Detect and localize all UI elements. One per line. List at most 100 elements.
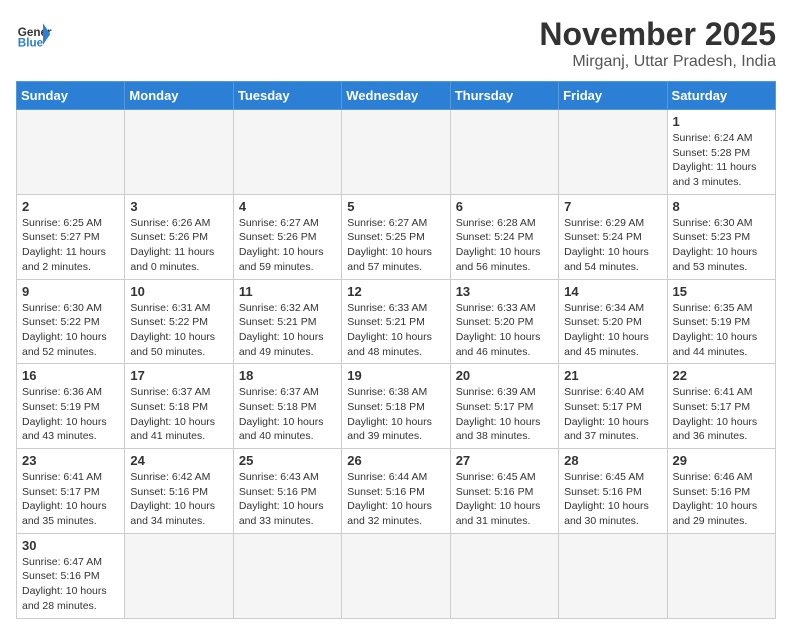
calendar-cell [342, 110, 450, 195]
day-header-tuesday: Tuesday [233, 82, 341, 110]
cell-sun-info: Sunrise: 6:37 AM Sunset: 5:18 PM Dayligh… [239, 385, 336, 444]
date-number: 20 [456, 368, 553, 383]
calendar-cell: 7Sunrise: 6:29 AM Sunset: 5:24 PM Daylig… [559, 194, 667, 279]
date-number: 24 [130, 453, 227, 468]
cell-sun-info: Sunrise: 6:45 AM Sunset: 5:16 PM Dayligh… [564, 470, 661, 529]
calendar-cell: 9Sunrise: 6:30 AM Sunset: 5:22 PM Daylig… [17, 279, 125, 364]
date-number: 11 [239, 284, 336, 299]
calendar-cell: 22 Sunrise: 6:41 AM Sunset: 5:17 PM Dayli… [667, 364, 775, 449]
cell-sun-info: Sunrise: 6:30 AM Sunset: 5:23 PM Dayligh… [673, 216, 770, 275]
calendar-cell: 27Sunrise: 6:45 AM Sunset: 5:16 PM Dayli… [450, 449, 558, 534]
calendar-cell: 11 Sunrise: 6:32 AM Sunset: 5:21 PM Dayli… [233, 279, 341, 364]
calendar-cell: 21 Sunrise: 6:40 AM Sunset: 5:17 PM Dayli… [559, 364, 667, 449]
calendar-cell [667, 533, 775, 618]
date-number: 15 [673, 284, 770, 299]
cell-sun-info: Sunrise: 6:33 AM Sunset: 5:21 PM Dayligh… [347, 301, 444, 360]
date-number: 28 [564, 453, 661, 468]
cell-sun-info: Sunrise: 6:24 AM Sunset: 5:28 PM Dayligh… [673, 131, 770, 190]
day-header-thursday: Thursday [450, 82, 558, 110]
calendar-cell [125, 110, 233, 195]
date-number: 30 [22, 538, 119, 553]
date-number: 8 [673, 199, 770, 214]
date-number: 3 [130, 199, 227, 214]
calendar-cell: 3 Sunrise: 6:26 AM Sunset: 5:26 PM Daylig… [125, 194, 233, 279]
date-number: 6 [456, 199, 553, 214]
calendar-cell: 13Sunrise: 6:33 AM Sunset: 5:20 PM Dayli… [450, 279, 558, 364]
calendar-cell: 14 Sunrise: 6:34 AM Sunset: 5:20 PM Dayli… [559, 279, 667, 364]
date-number: 17 [130, 368, 227, 383]
date-number: 19 [347, 368, 444, 383]
cell-sun-info: Sunrise: 6:39 AM Sunset: 5:17 PM Dayligh… [456, 385, 553, 444]
cell-sun-info: Sunrise: 6:33 AM Sunset: 5:20 PM Dayligh… [456, 301, 553, 360]
date-number: 23 [22, 453, 119, 468]
calendar-cell [233, 533, 341, 618]
date-number: 16 [22, 368, 119, 383]
calendar-cell: 12Sunrise: 6:33 AM Sunset: 5:21 PM Dayli… [342, 279, 450, 364]
cell-sun-info: Sunrise: 6:42 AM Sunset: 5:16 PM Dayligh… [130, 470, 227, 529]
date-number: 14 [564, 284, 661, 299]
calendar-cell: 24 Sunrise: 6:42 AM Sunset: 5:16 PM Dayli… [125, 449, 233, 534]
calendar-cell [559, 533, 667, 618]
calendar-week-1: 1Sunrise: 6:24 AM Sunset: 5:28 PM Daylig… [17, 110, 776, 195]
day-header-monday: Monday [125, 82, 233, 110]
page-header: General Blue November 2025 Mirganj, Utta… [16, 16, 776, 71]
cell-sun-info: Sunrise: 6:35 AM Sunset: 5:19 PM Dayligh… [673, 301, 770, 360]
date-number: 18 [239, 368, 336, 383]
calendar-cell: 10 Sunrise: 6:31 AM Sunset: 5:22 PM Dayli… [125, 279, 233, 364]
calendar-cell: 15 Sunrise: 6:35 AM Sunset: 5:19 PM Dayli… [667, 279, 775, 364]
cell-sun-info: Sunrise: 6:47 AM Sunset: 5:16 PM Dayligh… [22, 555, 119, 614]
calendar-cell: 28 Sunrise: 6:45 AM Sunset: 5:16 PM Dayli… [559, 449, 667, 534]
date-number: 22 [673, 368, 770, 383]
cell-sun-info: Sunrise: 6:34 AM Sunset: 5:20 PM Dayligh… [564, 301, 661, 360]
cell-sun-info: Sunrise: 6:32 AM Sunset: 5:21 PM Dayligh… [239, 301, 336, 360]
day-header-saturday: Saturday [667, 82, 775, 110]
cell-sun-info: Sunrise: 6:37 AM Sunset: 5:18 PM Dayligh… [130, 385, 227, 444]
cell-sun-info: Sunrise: 6:36 AM Sunset: 5:19 PM Dayligh… [22, 385, 119, 444]
calendar-cell [17, 110, 125, 195]
cell-sun-info: Sunrise: 6:45 AM Sunset: 5:16 PM Dayligh… [456, 470, 553, 529]
calendar-cell [450, 533, 558, 618]
calendar-cell: 2 Sunrise: 6:25 AM Sunset: 5:27 PM Daylig… [17, 194, 125, 279]
calendar-week-4: 16 Sunrise: 6:36 AM Sunset: 5:19 PM Dayli… [17, 364, 776, 449]
calendar-cell: 5 Sunrise: 6:27 AM Sunset: 5:25 PM Daylig… [342, 194, 450, 279]
date-number: 5 [347, 199, 444, 214]
calendar-cell: 19 Sunrise: 6:38 AM Sunset: 5:18 PM Dayli… [342, 364, 450, 449]
calendar-cell: 30 Sunrise: 6:47 AM Sunset: 5:16 PM Dayli… [17, 533, 125, 618]
calendar-week-6: 30 Sunrise: 6:47 AM Sunset: 5:16 PM Dayli… [17, 533, 776, 618]
cell-sun-info: Sunrise: 6:38 AM Sunset: 5:18 PM Dayligh… [347, 385, 444, 444]
cell-sun-info: Sunrise: 6:25 AM Sunset: 5:27 PM Dayligh… [22, 216, 119, 275]
cell-sun-info: Sunrise: 6:41 AM Sunset: 5:17 PM Dayligh… [22, 470, 119, 529]
calendar-header-row: SundayMondayTuesdayWednesdayThursdayFrid… [17, 82, 776, 110]
cell-sun-info: Sunrise: 6:40 AM Sunset: 5:17 PM Dayligh… [564, 385, 661, 444]
date-number: 4 [239, 199, 336, 214]
date-number: 26 [347, 453, 444, 468]
calendar-cell [342, 533, 450, 618]
cell-sun-info: Sunrise: 6:44 AM Sunset: 5:16 PM Dayligh… [347, 470, 444, 529]
logo: General Blue [16, 16, 52, 52]
cell-sun-info: Sunrise: 6:26 AM Sunset: 5:26 PM Dayligh… [130, 216, 227, 275]
date-number: 21 [564, 368, 661, 383]
cell-sun-info: Sunrise: 6:30 AM Sunset: 5:22 PM Dayligh… [22, 301, 119, 360]
month-title: November 2025 [539, 16, 776, 53]
calendar-cell: 20 Sunrise: 6:39 AM Sunset: 5:17 PM Dayli… [450, 364, 558, 449]
calendar-cell: 18 Sunrise: 6:37 AM Sunset: 5:18 PM Dayli… [233, 364, 341, 449]
cell-sun-info: Sunrise: 6:43 AM Sunset: 5:16 PM Dayligh… [239, 470, 336, 529]
date-number: 10 [130, 284, 227, 299]
svg-text:Blue: Blue [18, 37, 44, 50]
date-number: 2 [22, 199, 119, 214]
cell-sun-info: Sunrise: 6:31 AM Sunset: 5:22 PM Dayligh… [130, 301, 227, 360]
day-header-friday: Friday [559, 82, 667, 110]
calendar-cell: 1Sunrise: 6:24 AM Sunset: 5:28 PM Daylig… [667, 110, 775, 195]
calendar-cell: 17 Sunrise: 6:37 AM Sunset: 5:18 PM Dayli… [125, 364, 233, 449]
calendar-cell [559, 110, 667, 195]
day-header-sunday: Sunday [17, 82, 125, 110]
date-number: 25 [239, 453, 336, 468]
calendar-cell: 6Sunrise: 6:28 AM Sunset: 5:24 PM Daylig… [450, 194, 558, 279]
date-number: 29 [673, 453, 770, 468]
cell-sun-info: Sunrise: 6:27 AM Sunset: 5:25 PM Dayligh… [347, 216, 444, 275]
calendar-table: SundayMondayTuesdayWednesdayThursdayFrid… [16, 81, 776, 619]
cell-sun-info: Sunrise: 6:46 AM Sunset: 5:16 PM Dayligh… [673, 470, 770, 529]
cell-sun-info: Sunrise: 6:41 AM Sunset: 5:17 PM Dayligh… [673, 385, 770, 444]
calendar-cell [233, 110, 341, 195]
calendar-week-3: 9Sunrise: 6:30 AM Sunset: 5:22 PM Daylig… [17, 279, 776, 364]
